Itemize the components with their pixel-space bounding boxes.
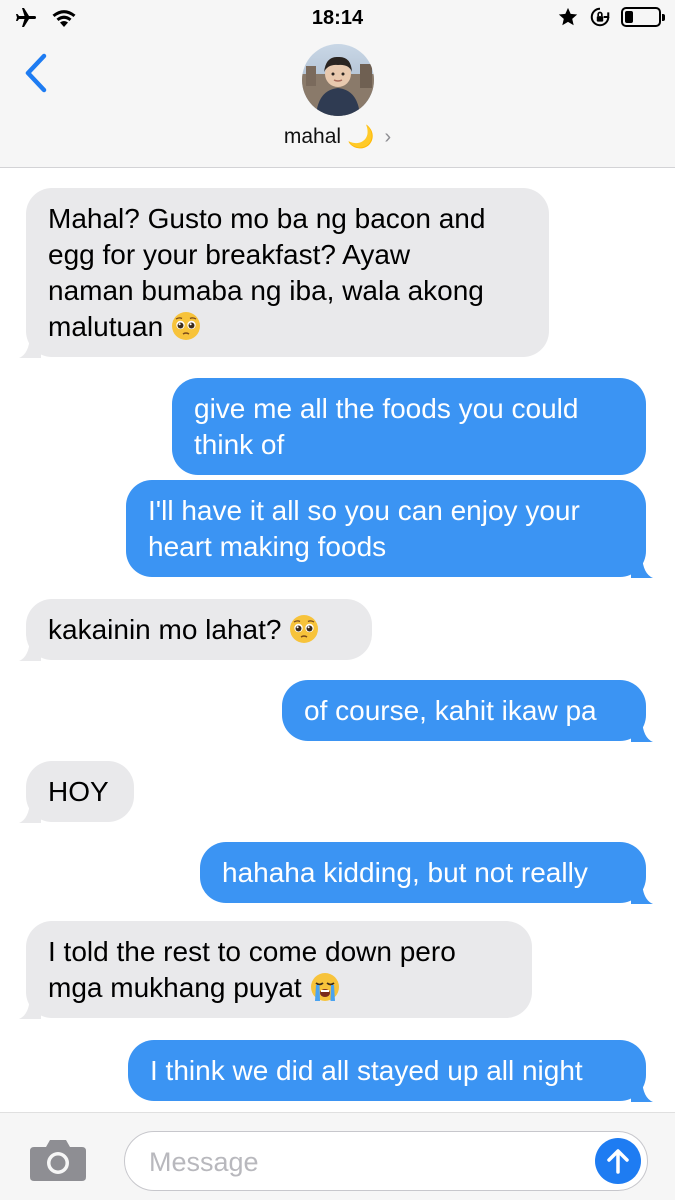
compose-bar — [0, 1112, 675, 1200]
message-thread[interactable]: Mahal? Gusto mo ba ng bacon and egg for … — [0, 169, 675, 1111]
message-line: I told the rest to come down pero — [48, 936, 456, 967]
camera-button[interactable] — [28, 1137, 88, 1183]
message-line: I'll have it all so you can enjoy your — [148, 495, 580, 526]
message-line: hahaha kidding, but not really — [222, 857, 588, 888]
pleading-face-emoji — [171, 312, 200, 340]
message-bubble-incoming[interactable]: HOY — [19, 761, 134, 823]
moon-emoji: 🌙 — [347, 124, 375, 149]
status-right — [557, 6, 665, 28]
battery-level — [625, 11, 633, 23]
message-bubble-outgoing[interactable]: give me all the foods you could think of — [172, 378, 646, 475]
send-button[interactable] — [595, 1138, 641, 1184]
message-bubble-incoming[interactable]: Mahal? Gusto mo ba ng bacon and egg for … — [19, 188, 549, 358]
status-bar: 18:14 — [0, 0, 675, 38]
message-field[interactable] — [124, 1131, 648, 1191]
arrow-up-icon — [607, 1149, 629, 1174]
loudly-crying-face-emoji — [310, 973, 339, 1001]
message-bubble-incoming[interactable]: kakainin mo lahat? — [19, 599, 372, 661]
message-line: naman bumaba ng iba, wala akong — [48, 275, 484, 306]
star-icon — [558, 7, 578, 26]
message-line: I think we did all stayed up all night — [150, 1055, 583, 1086]
message-bubble-outgoing[interactable]: hahaha kidding, but not really — [200, 842, 653, 904]
battery-icon — [621, 7, 665, 27]
message-line: HOY — [48, 776, 109, 807]
message-line: egg for your breakfast? Ayaw — [48, 239, 411, 270]
contact-name-row[interactable]: mahal 🌙 › — [0, 124, 675, 150]
contact-name: mahal — [283, 125, 342, 148]
message-bubble-outgoing[interactable]: I'll have it all so you can enjoy your h… — [126, 480, 653, 578]
back-button[interactable] — [16, 50, 56, 96]
message-line: of course, kahit ikaw pa — [304, 695, 597, 726]
message-line: think of — [194, 429, 285, 460]
message-bubble-outgoing[interactable]: of course, kahit ikaw pa — [282, 680, 653, 742]
message-line: malutuan — [48, 311, 164, 342]
message-line: Mahal? Gusto mo ba ng bacon and — [48, 203, 486, 234]
orientation-lock-icon — [590, 7, 610, 27]
chevron-left-icon — [25, 53, 47, 93]
message-line: heart making foods — [148, 531, 387, 562]
message-line: mga mukhang puyat — [48, 972, 302, 1003]
avatar[interactable] — [302, 44, 374, 116]
camera-icon — [30, 1140, 86, 1181]
chevron-right-icon: › — [384, 125, 392, 148]
message-line: give me all the foods you could — [194, 393, 579, 424]
message-line: kakainin mo lahat? — [48, 614, 282, 645]
pleading-face-emoji — [290, 615, 319, 643]
message-input[interactable] — [149, 1142, 569, 1182]
message-bubble-outgoing[interactable]: I think we did all stayed up all night — [128, 1040, 653, 1102]
message-bubble-incoming[interactable]: I told the rest to come down pero mga mu… — [19, 921, 532, 1019]
